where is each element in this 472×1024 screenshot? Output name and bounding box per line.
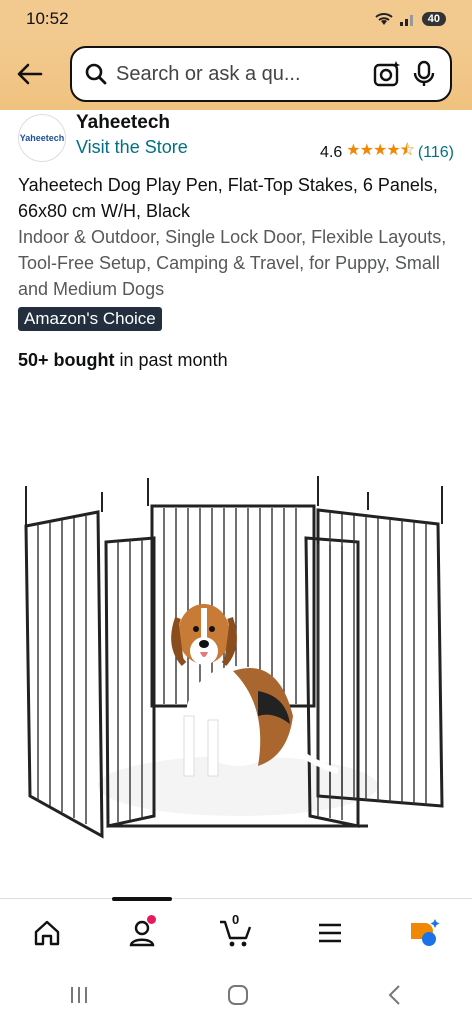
notification-dot — [146, 914, 156, 924]
store-row: Yaheetech Yaheetech Visit the Store 4.6 … — [0, 110, 472, 168]
dog-playpen-image — [24, 476, 444, 839]
brand-name: Yaheetech — [76, 112, 170, 133]
nav-menu[interactable] — [306, 909, 354, 957]
nav-account[interactable] — [118, 909, 166, 957]
back-nav-icon[interactable] — [385, 983, 405, 1007]
top-header: Search or ask a qu... — [0, 38, 472, 110]
nav-home[interactable] — [23, 909, 71, 957]
search-icon — [85, 63, 107, 85]
ai-assistant-icon — [410, 918, 440, 946]
product-title: Yaheetech Dog Play Pen, Flat-Top Stakes,… — [18, 175, 438, 221]
nav-cart[interactable]: 0 — [212, 909, 260, 957]
bought-period: in past month — [114, 350, 228, 370]
menu-icon — [319, 923, 342, 942]
back-arrow-icon — [17, 63, 43, 85]
bought-count: 50+ bought — [18, 350, 115, 370]
visit-store-link[interactable]: Visit the Store — [76, 137, 188, 158]
rating-value: 4.6 — [320, 143, 343, 161]
brand-logo[interactable]: Yaheetech — [18, 114, 66, 162]
clock: 10:52 — [26, 9, 69, 28]
microphone-icon[interactable] — [410, 59, 438, 89]
bottom-navigation: 0 — [0, 897, 472, 966]
purchase-stat: 50+ bought in past month — [18, 350, 228, 371]
status-bar: 10:52 40 — [0, 0, 472, 38]
search-placeholder[interactable]: Search or ask a qu... — [116, 63, 364, 86]
back-button[interactable] — [12, 56, 48, 92]
cart-count: 0 — [231, 911, 240, 927]
product-image[interactable] — [18, 466, 454, 866]
rating-summary[interactable]: 4.6 ★★★★⯪ (116) — [320, 139, 454, 166]
amazons-choice-badge: Amazon's Choice — [18, 307, 162, 331]
star-rating-icon: ★★★★⯪ — [346, 142, 415, 159]
home-button-icon[interactable] — [226, 983, 250, 1007]
system-navigation — [0, 966, 472, 1024]
active-tab-indicator — [112, 897, 172, 901]
signal-icon — [399, 15, 413, 26]
battery-indicator: 40 — [421, 12, 446, 26]
rating-count[interactable]: (116) — [418, 144, 454, 162]
wifi-icon — [375, 13, 393, 25]
search-bar[interactable]: Search or ask a qu... — [70, 46, 452, 102]
recent-apps-icon[interactable] — [67, 984, 91, 1006]
system-icons: 40 — [374, 12, 446, 26]
nav-rufus[interactable] — [401, 909, 449, 957]
brand-logo-text: Yaheetech — [19, 133, 65, 143]
camera-lens-icon[interactable] — [372, 59, 402, 89]
home-icon — [34, 920, 60, 945]
product-subtitle: Indoor & Outdoor, Single Lock Door, Flex… — [18, 227, 447, 299]
